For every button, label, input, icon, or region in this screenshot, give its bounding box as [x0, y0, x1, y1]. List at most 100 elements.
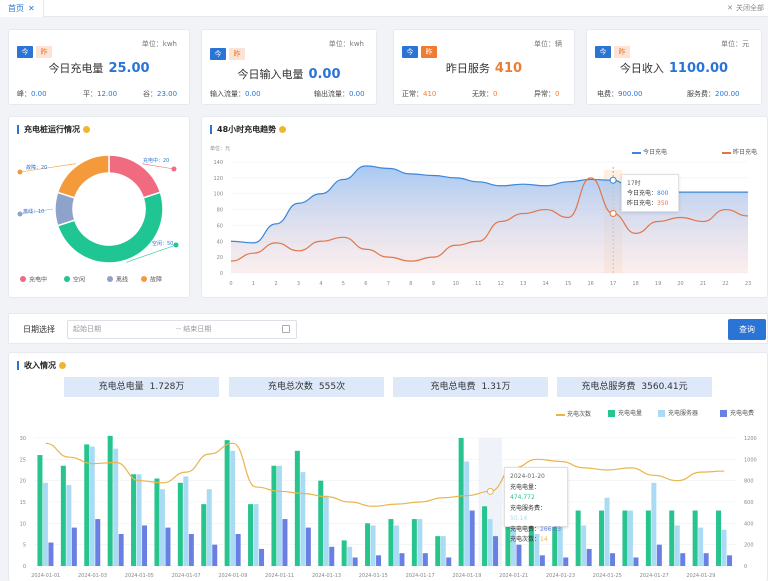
legend-dot	[141, 276, 147, 282]
legend-dot	[107, 276, 113, 282]
yesterday-badge[interactable]: 昨	[421, 46, 437, 58]
kpi-value: 25.00	[108, 61, 150, 76]
start-date-placeholder[interactable]: 起始日期	[73, 325, 101, 333]
slice-label: 故障：20	[26, 164, 47, 171]
kpi-value: 0.00	[308, 67, 341, 82]
slice-label: 充电中：20	[143, 157, 169, 164]
x-tick-label: 15	[565, 281, 571, 287]
sub-label: 输入流量：	[210, 90, 245, 98]
sub-label: 异常：	[534, 90, 555, 98]
x-tick-label: 12	[498, 281, 504, 287]
legend-label: 故障	[150, 276, 162, 284]
slice-leader-line	[141, 163, 175, 170]
yesterday-badge[interactable]: 昨	[614, 46, 630, 58]
unit-label: 单位：元	[721, 40, 749, 48]
summary-value: 3560.41元	[641, 382, 688, 392]
kpi-main: 今日充电量 25.00	[9, 60, 189, 76]
summary-total-fee: 充电总电费 1.31万	[393, 377, 548, 397]
summary-label: 充电总电量	[98, 382, 144, 392]
today-badge[interactable]: 今	[17, 46, 33, 58]
date-filter-bar: 日期选择 起始日期 -- 结束日期 查询	[8, 313, 768, 344]
legend-dot	[64, 276, 70, 282]
x-tick-label: 19	[655, 281, 661, 287]
sub-label: 谷：	[143, 90, 157, 98]
legend-service: 充电服务器	[658, 408, 698, 417]
x-tick-label: 16	[587, 281, 593, 287]
sub-value: 410	[423, 90, 437, 98]
x-tick-label: 1	[252, 281, 255, 287]
sub-value: 200.00	[715, 90, 740, 98]
y-tick-label: 120	[213, 176, 223, 182]
summary-total-energy: 充电总电量 1.728万	[64, 377, 219, 397]
unit-label: 单位：kwh	[328, 40, 364, 48]
help-icon[interactable]	[59, 362, 66, 369]
x-tick-label: 11	[475, 281, 481, 287]
sub-value: 0.00	[31, 90, 47, 98]
tooltip-line: 充电服务费： 50.14	[510, 504, 562, 525]
tooltip-label: 今日充电：	[627, 190, 658, 197]
y-tick-label: 140	[213, 160, 223, 166]
today-badge[interactable]: 今	[210, 48, 226, 60]
kpi-value: 1100.00	[668, 61, 729, 76]
today-badge[interactable]: 今	[402, 46, 418, 58]
y-tick-label: 0	[220, 271, 223, 277]
tooltip-label: 充电电量：	[510, 483, 541, 491]
kpi-main: 昨日服务 410	[394, 60, 574, 76]
tab-home[interactable]: 首页 ✕	[0, 0, 44, 17]
tooltip-value: 474.772	[510, 494, 535, 501]
legend-label: 充电中	[29, 276, 47, 284]
x-tick-label: 9	[432, 281, 435, 287]
panel-title: 收入情况	[17, 361, 66, 370]
end-date-placeholder[interactable]: 结束日期	[183, 325, 211, 333]
sub-label: 正常：	[402, 90, 423, 98]
legend-label: 充电次数	[567, 411, 592, 418]
slice-leader-dot	[171, 166, 177, 172]
tab-bar: 首页 ✕ ✕ 关闭全部	[0, 0, 768, 17]
sub-value: 0	[555, 90, 560, 98]
panel-title-text: 收入情况	[24, 361, 56, 370]
trend-chart: 0204060801001201400 1 2 3 4 5 6 7 8 9 10 11 12 13 14 15…	[213, 160, 751, 287]
x-tick-label: 10	[453, 281, 459, 287]
today-badge[interactable]: 今	[595, 46, 611, 58]
tooltip-value: 266.53	[540, 525, 562, 533]
legend-label: 充电电费	[730, 410, 755, 417]
close-all-button[interactable]: ✕ 关闭全部	[727, 0, 764, 17]
x-tick-label: 5	[342, 281, 345, 287]
yesterday-badge[interactable]: 昨	[36, 46, 52, 58]
sub-peak: 峰：0.00	[17, 89, 47, 99]
query-button[interactable]: 查询	[728, 319, 766, 340]
sub-electricity-fee: 电费：900.00	[597, 89, 643, 99]
legend-fee: 充电电费	[720, 408, 754, 417]
yesterday-badge[interactable]: 昨	[229, 48, 245, 60]
slice-label: 离线：10	[23, 208, 44, 215]
tooltip-title: 17时	[627, 180, 641, 187]
kpi-card-charge: 今昨 单位：kwh 今日充电量 25.00 峰：0.00 平：12.00 谷：23…	[8, 29, 190, 105]
sub-service-fee: 服务费：200.00	[687, 89, 740, 99]
x-tick-label: 17	[610, 281, 616, 287]
x-tick-label: 22	[722, 281, 728, 287]
legend-label: 充电服务器	[668, 410, 699, 417]
close-icon[interactable]: ✕	[28, 4, 35, 13]
kpi-main: 今日输入电量 0.00	[202, 66, 376, 82]
hover-point	[609, 210, 617, 218]
sub-label: 峰：	[17, 90, 31, 98]
close-icon: ✕	[727, 4, 733, 12]
date-filter-label: 日期选择	[23, 325, 55, 334]
x-tick-label: 3	[297, 281, 300, 287]
tooltip-title: 2024-01-20	[510, 473, 545, 480]
tooltip-label: 充电次数：	[510, 536, 541, 543]
x-tick-label: 6	[364, 281, 367, 287]
tooltip-value: 350	[657, 200, 669, 207]
date-range-input[interactable]: 起始日期 -- 结束日期	[67, 320, 297, 339]
sub-output-flow: 输出流量：0.00	[314, 89, 365, 99]
kpi-title: 今日充电量	[48, 62, 104, 75]
slice-label: 空闲：50	[152, 240, 173, 247]
kpi-title: 今日输入电量	[237, 68, 304, 81]
sub-label: 输出流量：	[314, 90, 349, 98]
sub-value: 0.00	[349, 90, 365, 98]
x-tick-label: 14	[543, 281, 549, 287]
summary-total-count: 充电总次数 555次	[229, 377, 384, 397]
calendar-icon[interactable]	[282, 325, 290, 333]
summary-value: 1.31万	[481, 382, 511, 392]
y-tick-label: 80	[217, 208, 223, 214]
